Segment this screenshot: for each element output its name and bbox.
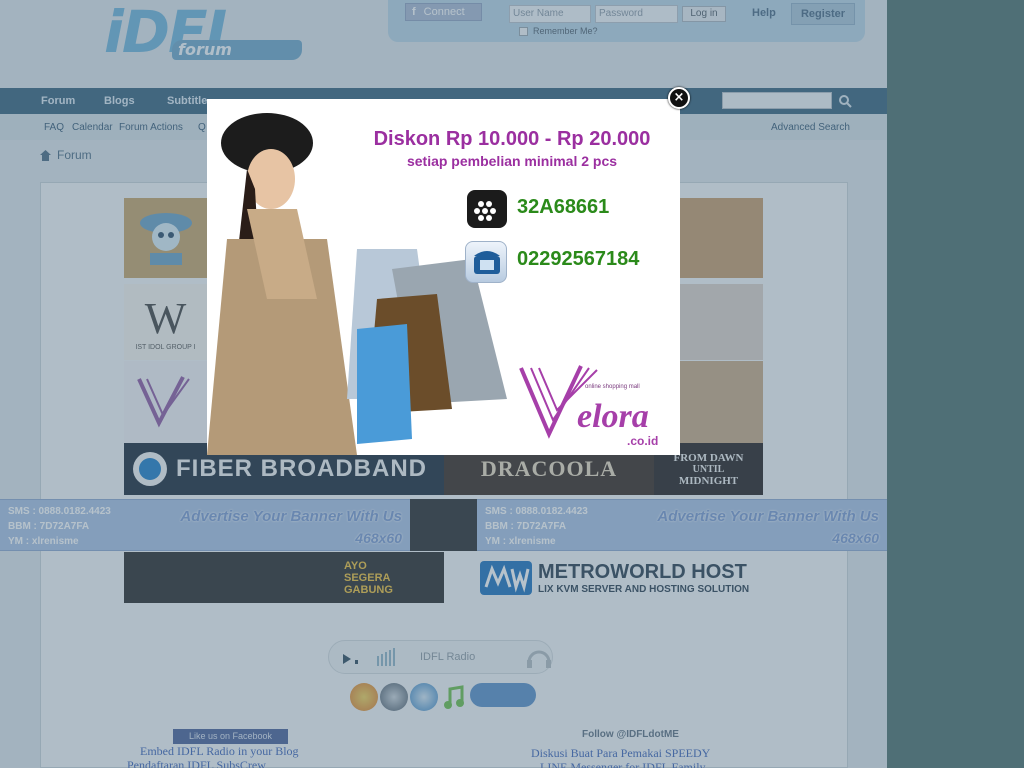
- advertise-size: 468x60: [355, 530, 402, 546]
- site-logo[interactable]: iDFL forum: [100, 0, 305, 72]
- right-background: [887, 0, 1024, 768]
- velora-logo: online shopping mall elora .co.id: [519, 364, 674, 454]
- dawn-line2: UNTIL: [692, 463, 725, 475]
- advertise-sms: SMS : 0888.0182.4423: [8, 506, 111, 517]
- banner-bank-payment[interactable]: AYO SEGERA GABUNG: [124, 552, 444, 603]
- metroworld-title: METROWORLD HOST: [538, 560, 747, 583]
- banner-metroworld[interactable]: METROWORLD HOST LIX KVM SERVER AND HOSTI…: [444, 552, 763, 603]
- help-link[interactable]: Help: [752, 7, 776, 19]
- idol-caption: IST IDOL GROUP I: [135, 344, 196, 351]
- line-messenger-link[interactable]: LINE Messenger for IDFL Family: [540, 760, 706, 768]
- advertise-banner-left[interactable]: SMS : 0888.0182.4423 BBM : 7D72A7FA YM :…: [0, 499, 410, 551]
- login-bar: f Connect User Name Password Log in Reme…: [388, 0, 865, 42]
- windows-media-icon[interactable]: [410, 683, 438, 711]
- login-button[interactable]: Log in: [682, 6, 726, 22]
- itunes-icon[interactable]: [440, 683, 468, 711]
- breadcrumb: Forum: [40, 148, 92, 162]
- telephone-icon: [465, 241, 507, 283]
- play-equalizer-icon[interactable]: [341, 646, 407, 670]
- subnav-faq[interactable]: FAQ: [44, 122, 64, 133]
- nav-item-subtitle[interactable]: Subtitle: [167, 95, 207, 107]
- banner-idol-group[interactable]: W IST IDOL GROUP I: [124, 284, 207, 360]
- media-player-icon[interactable]: [350, 683, 378, 711]
- broadband-logo-icon: [133, 452, 167, 486]
- phone-number: 02292567184: [517, 248, 640, 270]
- metroworld-sub: LIX KVM SERVER AND HOSTING SOLUTION: [538, 583, 750, 595]
- advertise-bbm: BBM : 7D72A7FA: [8, 521, 90, 532]
- search-input[interactable]: [722, 92, 832, 109]
- advertise-title: Advertise Your Banner With Us: [180, 508, 402, 525]
- search-icon[interactable]: [838, 94, 852, 108]
- twitter-follow-link[interactable]: Follow @IDFLdotME: [582, 729, 679, 740]
- banner-dark-middle[interactable]: [410, 499, 477, 551]
- advertise-ym: YM : xlrenisme: [485, 536, 556, 547]
- register-button[interactable]: Register: [791, 3, 855, 25]
- facebook-connect-button[interactable]: f Connect: [405, 3, 482, 21]
- home-icon[interactable]: [40, 149, 51, 161]
- radio-label: IDFL Radio: [420, 651, 476, 663]
- fiber-banner-text: FIBER BROADBAND: [176, 455, 427, 482]
- promo-subline: setiap pembelian minimal 2 pcs: [406, 153, 618, 169]
- banner-onepiece[interactable]: [124, 198, 207, 278]
- subnav-calendar[interactable]: Calendar: [72, 122, 113, 133]
- advertise-bbm: BBM : 7D72A7FA: [485, 521, 567, 532]
- pirate-skull-icon: [139, 213, 192, 265]
- connect-label: Connect: [423, 6, 465, 18]
- speedy-discussion-link[interactable]: Diskusi Buat Para Pemakai SPEEDY: [531, 746, 710, 761]
- winamp-icon[interactable]: [380, 683, 408, 711]
- facebook-icon: f: [412, 6, 416, 18]
- metroworld-logo-icon: [480, 560, 532, 595]
- advertise-title: Advertise Your Banner With Us: [657, 508, 879, 525]
- subnav-forum-actions[interactable]: Forum Actions: [119, 122, 183, 133]
- velora-tagline: online shopping mall: [585, 384, 640, 390]
- banner-top-right[interactable]: [680, 198, 763, 278]
- remember-me-label: Remember Me?: [533, 26, 598, 36]
- nav-item-forum[interactable]: Forum: [41, 95, 75, 107]
- advertise-sms: SMS : 0888.0182.4423: [485, 506, 588, 517]
- close-popup-button[interactable]: ×: [668, 87, 690, 109]
- username-field[interactable]: User Name: [509, 5, 591, 23]
- subscrew-link[interactable]: Pendaftaran IDFL SubsCrew: [127, 758, 266, 768]
- dawn-line3: MIDNIGHT: [678, 474, 739, 487]
- advertise-banner-right[interactable]: SMS : 0888.0182.4423 BBM : 7D72A7FA YM :…: [477, 499, 887, 551]
- headphones-icon[interactable]: [525, 644, 553, 670]
- nav-item-blogs[interactable]: Blogs: [104, 95, 135, 107]
- velora-logo-icon: [136, 376, 190, 428]
- remember-me-checkbox[interactable]: [519, 27, 528, 36]
- idol-letter: W: [144, 294, 187, 343]
- facebook-like-button[interactable]: Like us on Facebook: [173, 729, 288, 744]
- velora-brand: elora: [577, 398, 649, 435]
- logo-subtext: forum: [172, 40, 302, 60]
- banner-fashion-photo[interactable]: [680, 361, 763, 443]
- promo-headline: Diskon Rp 10.000 - Rp 20.000: [373, 128, 651, 150]
- embed-radio-link[interactable]: Embed IDFL Radio in your Blog: [140, 744, 299, 759]
- banner-velora-small[interactable]: [124, 361, 207, 443]
- advertise-ym: YM : xlrenisme: [8, 536, 79, 547]
- promo-popup: Diskon Rp 10.000 - Rp 20.000 setiap pemb…: [207, 99, 680, 455]
- advanced-search-link[interactable]: Advanced Search: [771, 122, 850, 133]
- password-field[interactable]: Password: [595, 5, 678, 23]
- dracoola-text: DRACOOLA: [480, 456, 618, 481]
- ayo-text: AYO SEGERA GABUNG: [344, 559, 393, 596]
- banner-idol-photo[interactable]: [680, 284, 763, 360]
- subnav-quick-links[interactable]: Q: [198, 122, 206, 133]
- bbm-pin: 32A68661: [517, 196, 610, 218]
- dawn-line1: FROM DAWN: [673, 451, 744, 464]
- popup-player-button[interactable]: [470, 683, 536, 707]
- breadcrumb-forum[interactable]: Forum: [57, 148, 92, 162]
- advertise-size: 468x60: [832, 530, 879, 546]
- velora-domain: .co.id: [627, 434, 659, 448]
- bbm-icon: [467, 190, 507, 228]
- twitter-label: Follow @IDFLdotME: [582, 729, 679, 740]
